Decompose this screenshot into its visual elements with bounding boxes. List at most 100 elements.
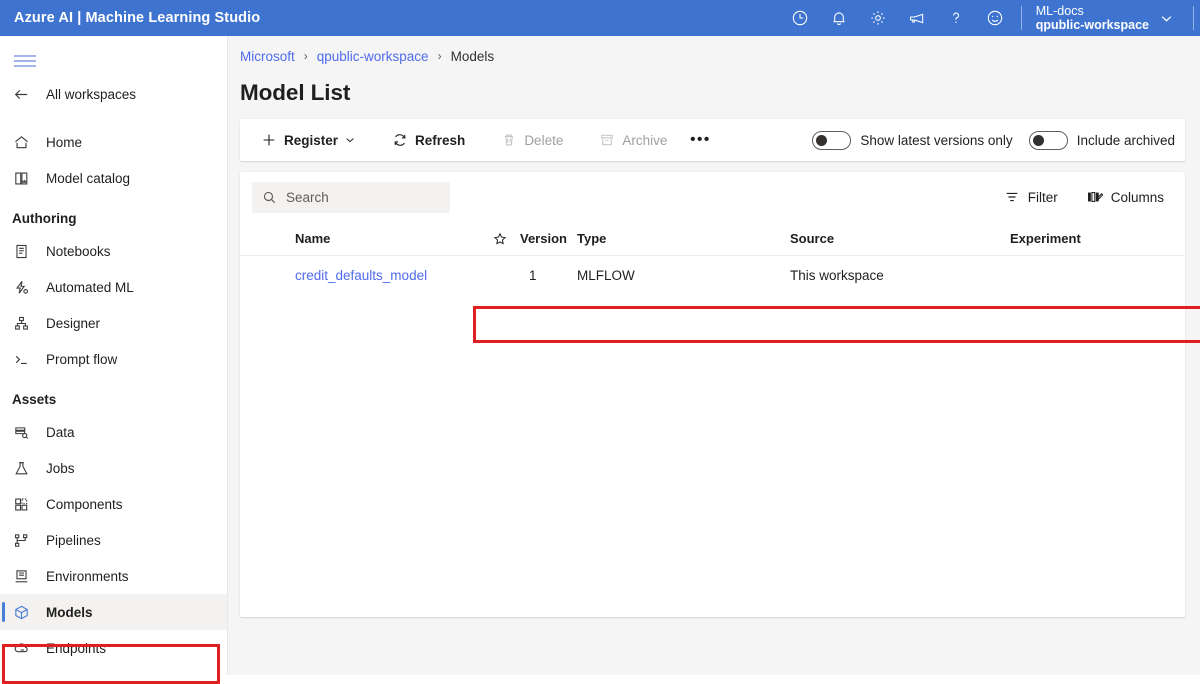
breadcrumb-item-microsoft[interactable]: Microsoft <box>240 49 295 64</box>
tenant-name: ML-docs <box>1036 4 1149 18</box>
pipelines-icon <box>13 530 35 550</box>
columns-label: Columns <box>1111 190 1164 205</box>
toggle-track[interactable] <box>1029 131 1068 150</box>
sidebar-item-data[interactable]: Data <box>0 414 227 450</box>
sidebar-label: Jobs <box>46 461 75 476</box>
sidebar-section-authoring: Authoring <box>0 203 227 233</box>
columns-edit-icon <box>1086 189 1103 205</box>
sidebar-item-components[interactable]: Components <box>0 486 227 522</box>
sidebar-label: Endpoints <box>46 641 106 656</box>
workspace-selector[interactable]: ML-docs qpublic-workspace <box>1028 0 1187 36</box>
sidebar-label: Components <box>46 497 123 512</box>
table-controls: Search Filter <box>240 172 1185 222</box>
filter-icon <box>1004 189 1020 205</box>
notifications-bell-icon[interactable] <box>820 0 859 36</box>
chevron-down-icon[interactable] <box>1149 0 1183 36</box>
sidebar-label: Pipelines <box>46 533 101 548</box>
chevron-down-icon[interactable] <box>344 134 356 146</box>
table-row[interactable]: credit_defaults_model 1 MLFLOW This work… <box>240 256 1185 294</box>
search-placeholder: Search <box>286 190 329 205</box>
sidebar-item-notebooks[interactable]: Notebooks <box>0 233 227 269</box>
column-header-name[interactable]: Name <box>252 231 480 246</box>
column-header-version[interactable]: Version <box>520 231 577 246</box>
toggle-label: Show latest versions only <box>860 133 1012 148</box>
include-archived-toggle[interactable]: Include archived <box>1029 131 1175 150</box>
toggle-track[interactable] <box>812 131 851 150</box>
more-ellipsis-icon[interactable]: ••• <box>684 124 716 156</box>
columns-button[interactable]: Columns <box>1078 181 1172 213</box>
chevron-right-icon: › <box>438 49 442 63</box>
designer-icon <box>13 313 35 333</box>
column-header-source[interactable]: Source <box>790 231 1010 246</box>
sidebar-item-environments[interactable]: Environments <box>0 558 227 594</box>
breadcrumb-item-models: Models <box>451 49 495 64</box>
hamburger-menu-icon[interactable] <box>12 46 52 76</box>
filter-button[interactable]: Filter <box>996 181 1066 213</box>
register-button[interactable]: Register <box>252 124 365 156</box>
archive-box-icon <box>599 132 615 148</box>
notebook-icon <box>13 241 35 261</box>
recent-icon[interactable] <box>781 0 820 36</box>
app-title: Azure AI | Machine Learning Studio <box>14 10 260 26</box>
page-title: Model List <box>240 80 1200 106</box>
breadcrumb: Microsoft › qpublic-workspace › Models <box>240 42 1200 70</box>
sidebar-label: Environments <box>46 569 129 584</box>
refresh-button[interactable]: Refresh <box>383 124 474 156</box>
sidebar-label: Model catalog <box>46 171 130 186</box>
column-header-type[interactable]: Type <box>577 231 790 246</box>
sidebar-label: All workspaces <box>46 87 136 102</box>
column-header-experiment[interactable]: Experiment <box>1010 231 1150 246</box>
topbar-divider-right <box>1193 6 1194 30</box>
toggle-label: Include archived <box>1077 133 1175 148</box>
sidebar-item-models[interactable]: Models <box>0 594 227 630</box>
data-icon <box>13 422 35 442</box>
sidebar-item-all-workspaces[interactable]: All workspaces <box>0 76 227 112</box>
announcement-megaphone-icon[interactable] <box>898 0 937 36</box>
toggle-knob <box>816 135 827 146</box>
feedback-smiley-icon[interactable] <box>976 0 1015 36</box>
table-header-row: Name Version Type Source Experiment <box>240 222 1185 256</box>
show-latest-versions-toggle[interactable]: Show latest versions only <box>812 131 1012 150</box>
sidebar-item-designer[interactable]: Designer <box>0 305 227 341</box>
environments-icon <box>13 566 35 586</box>
search-input[interactable]: Search <box>252 182 450 213</box>
sidebar-item-jobs[interactable]: Jobs <box>0 450 227 486</box>
sidebar-item-automated-ml[interactable]: Automated ML <box>0 269 227 305</box>
model-catalog-icon <box>13 168 35 188</box>
automated-ml-icon <box>13 277 35 297</box>
endpoints-cloud-icon <box>13 638 35 658</box>
search-icon <box>262 190 277 205</box>
register-label: Register <box>284 133 338 148</box>
breadcrumb-item-workspace[interactable]: qpublic-workspace <box>317 49 429 64</box>
models-table-card: Search Filter <box>240 172 1185 617</box>
delete-label: Delete <box>524 133 563 148</box>
star-outline-icon[interactable] <box>480 232 520 246</box>
archive-label: Archive <box>622 133 667 148</box>
chevron-right-icon: › <box>304 49 308 63</box>
sidebar-label: Notebooks <box>46 244 111 259</box>
sidebar-item-pipelines[interactable]: Pipelines <box>0 522 227 558</box>
toolbar-toggles: Show latest versions only Include archiv… <box>796 131 1175 150</box>
archive-button: Archive <box>590 124 676 156</box>
top-app-bar: Azure AI | Machine Learning Studio <box>0 0 1200 36</box>
model-source: This workspace <box>790 268 1010 283</box>
refresh-label: Refresh <box>415 133 465 148</box>
toggle-knob <box>1033 135 1044 146</box>
components-icon <box>13 494 35 514</box>
sidebar-label: Designer <box>46 316 100 331</box>
model-version: 1 <box>520 268 577 283</box>
filter-label: Filter <box>1028 190 1058 205</box>
settings-gear-icon[interactable] <box>859 0 898 36</box>
topbar-actions: ML-docs qpublic-workspace <box>781 0 1200 36</box>
topbar-divider <box>1021 6 1022 30</box>
left-navigation-sidebar: All workspaces Home Model catalog Author… <box>0 36 228 675</box>
sidebar-item-endpoints[interactable]: Endpoints <box>0 630 227 666</box>
command-toolbar: Register Refresh <box>240 119 1185 161</box>
model-type: MLFLOW <box>577 268 790 283</box>
model-name-link[interactable]: credit_defaults_model <box>252 268 480 283</box>
sidebar-item-prompt-flow[interactable]: Prompt flow <box>0 341 227 377</box>
sidebar-item-model-catalog[interactable]: Model catalog <box>0 160 227 196</box>
sidebar-label: Data <box>46 425 75 440</box>
help-question-icon[interactable] <box>937 0 976 36</box>
sidebar-item-home[interactable]: Home <box>0 124 227 160</box>
